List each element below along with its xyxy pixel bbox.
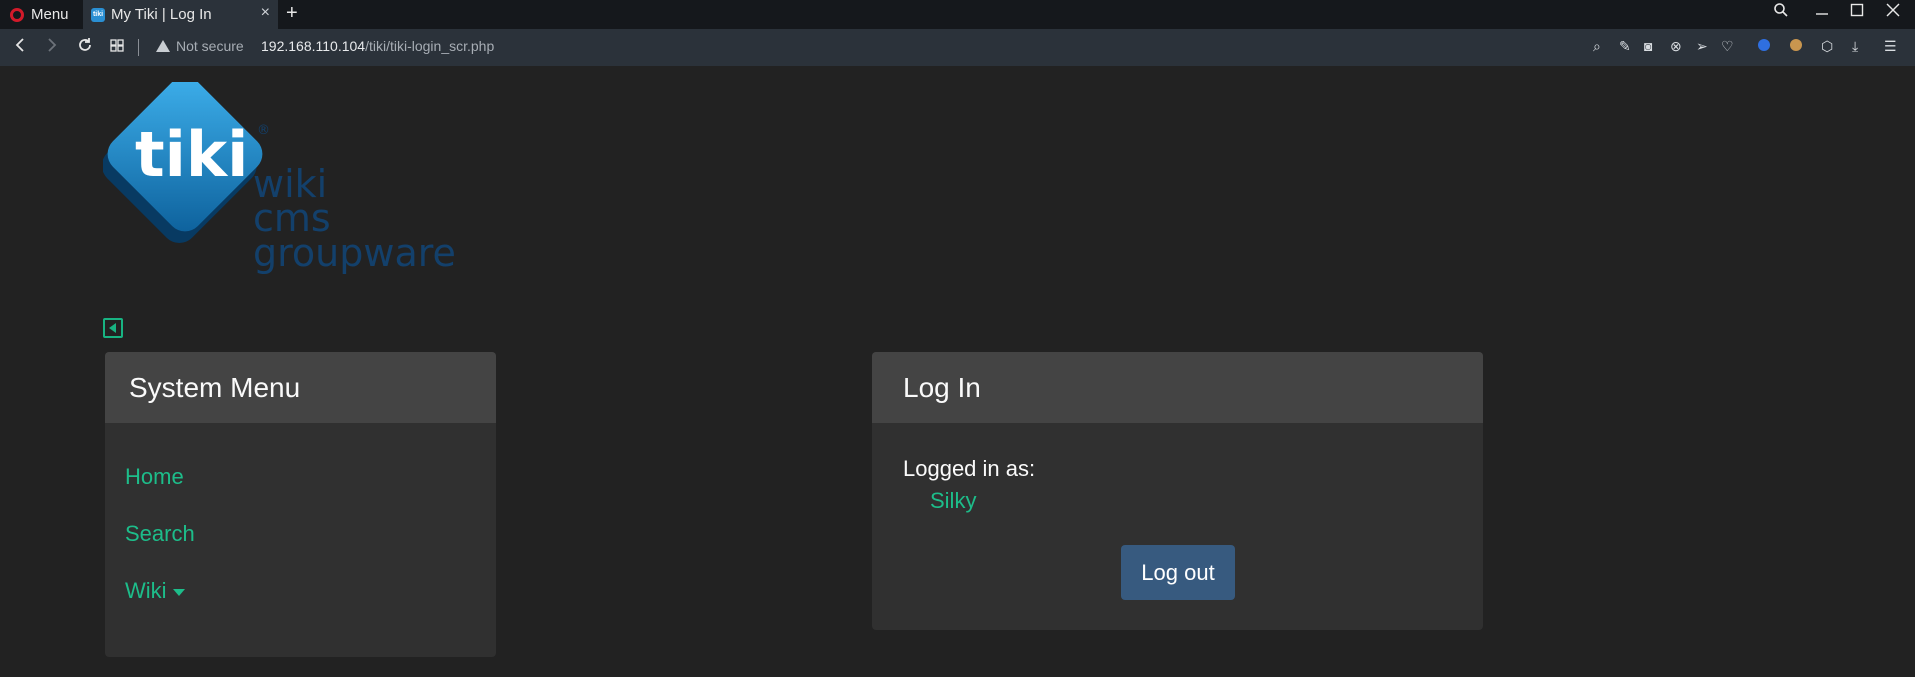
security-indicator[interactable]: Not secure xyxy=(156,38,244,54)
security-label: Not secure xyxy=(176,38,244,54)
logout-button[interactable]: Log out xyxy=(1121,545,1235,600)
address-separator xyxy=(138,39,139,56)
tab-favicon-icon: tiki xyxy=(91,7,105,22)
browser-address-bar: Not secure 192.168.110.104/tiki/tiki-log… xyxy=(0,29,1915,66)
system-menu-header: System Menu xyxy=(105,352,496,423)
url-host: 192.168.110.104 xyxy=(261,38,366,54)
zoom-icon[interactable]: ⌕ xyxy=(1593,38,1601,55)
url-field[interactable]: 192.168.110.104/tiki/tiki-login_scr.php xyxy=(261,38,494,54)
search-tabs-icon[interactable] xyxy=(1773,2,1789,23)
login-header: Log In xyxy=(872,352,1483,423)
reload-icon[interactable] xyxy=(77,36,93,59)
forward-icon[interactable] xyxy=(46,36,58,59)
login-module: Log In Logged in as: Silky Log out xyxy=(872,352,1483,630)
browser-menu-label: Menu xyxy=(31,6,69,23)
cube-icon[interactable]: ⬡ xyxy=(1821,38,1833,55)
menu-item-label: Wiki xyxy=(125,578,167,603)
download-icon[interactable]: ⤓ xyxy=(1852,38,1858,55)
system-menu-title: System Menu xyxy=(129,371,301,403)
url-path: /tiki/tiki-login_scr.php xyxy=(365,38,495,54)
system-menu-module: System Menu Home Search Wiki xyxy=(105,352,496,657)
minimize-icon[interactable] xyxy=(1815,2,1829,23)
menu-item-home[interactable]: Home xyxy=(105,449,496,506)
new-tab-icon[interactable]: + xyxy=(286,2,298,25)
block-icon[interactable]: ⊗ xyxy=(1670,38,1682,55)
menu-item-wiki[interactable]: Wiki xyxy=(105,563,496,620)
logo-line-3: groupware xyxy=(253,231,456,275)
logo-mark-text: tiki xyxy=(135,118,248,191)
logo-registered: ® xyxy=(257,123,270,138)
extension-icon[interactable] xyxy=(1758,38,1770,54)
username-link[interactable]: Silky xyxy=(930,488,976,514)
edit-icon[interactable]: ✎ xyxy=(1619,38,1631,55)
browser-tab-active[interactable]: tiki My Tiki | Log In × xyxy=(83,0,278,29)
maximize-icon[interactable] xyxy=(1850,2,1864,23)
toggle-left-column-icon[interactable] xyxy=(103,318,123,338)
login-title: Log In xyxy=(903,371,981,403)
browser-menu-button[interactable]: Menu xyxy=(10,4,69,25)
back-icon[interactable] xyxy=(14,36,26,59)
settings-icon[interactable]: ☰ xyxy=(1884,38,1897,55)
close-window-icon[interactable] xyxy=(1886,2,1900,23)
heart-icon[interactable]: ♡ xyxy=(1721,38,1734,55)
tiki-logo[interactable]: tiki ® wiki cms groupware xyxy=(101,76,473,282)
browser-tab-bar: Menu tiki My Tiki | Log In × + xyxy=(0,0,1915,29)
menu-item-search[interactable]: Search xyxy=(105,506,496,563)
opera-logo-icon xyxy=(10,7,24,22)
caret-down-icon xyxy=(172,588,185,596)
menu-item-label: Search xyxy=(125,521,195,546)
cookie-icon[interactable] xyxy=(1790,38,1802,54)
menu-item-label: Home xyxy=(125,464,184,489)
send-icon[interactable]: ➢ xyxy=(1696,38,1708,55)
warning-icon xyxy=(156,40,170,52)
camera-icon[interactable]: ◙ xyxy=(1644,38,1652,54)
tab-title: My Tiki | Log In xyxy=(111,6,212,23)
logged-in-label: Logged in as: xyxy=(903,456,1036,481)
tab-close-icon[interactable]: × xyxy=(261,4,270,22)
system-menu-list: Home Search Wiki xyxy=(105,423,496,620)
tabs-grid-icon[interactable] xyxy=(110,36,124,59)
